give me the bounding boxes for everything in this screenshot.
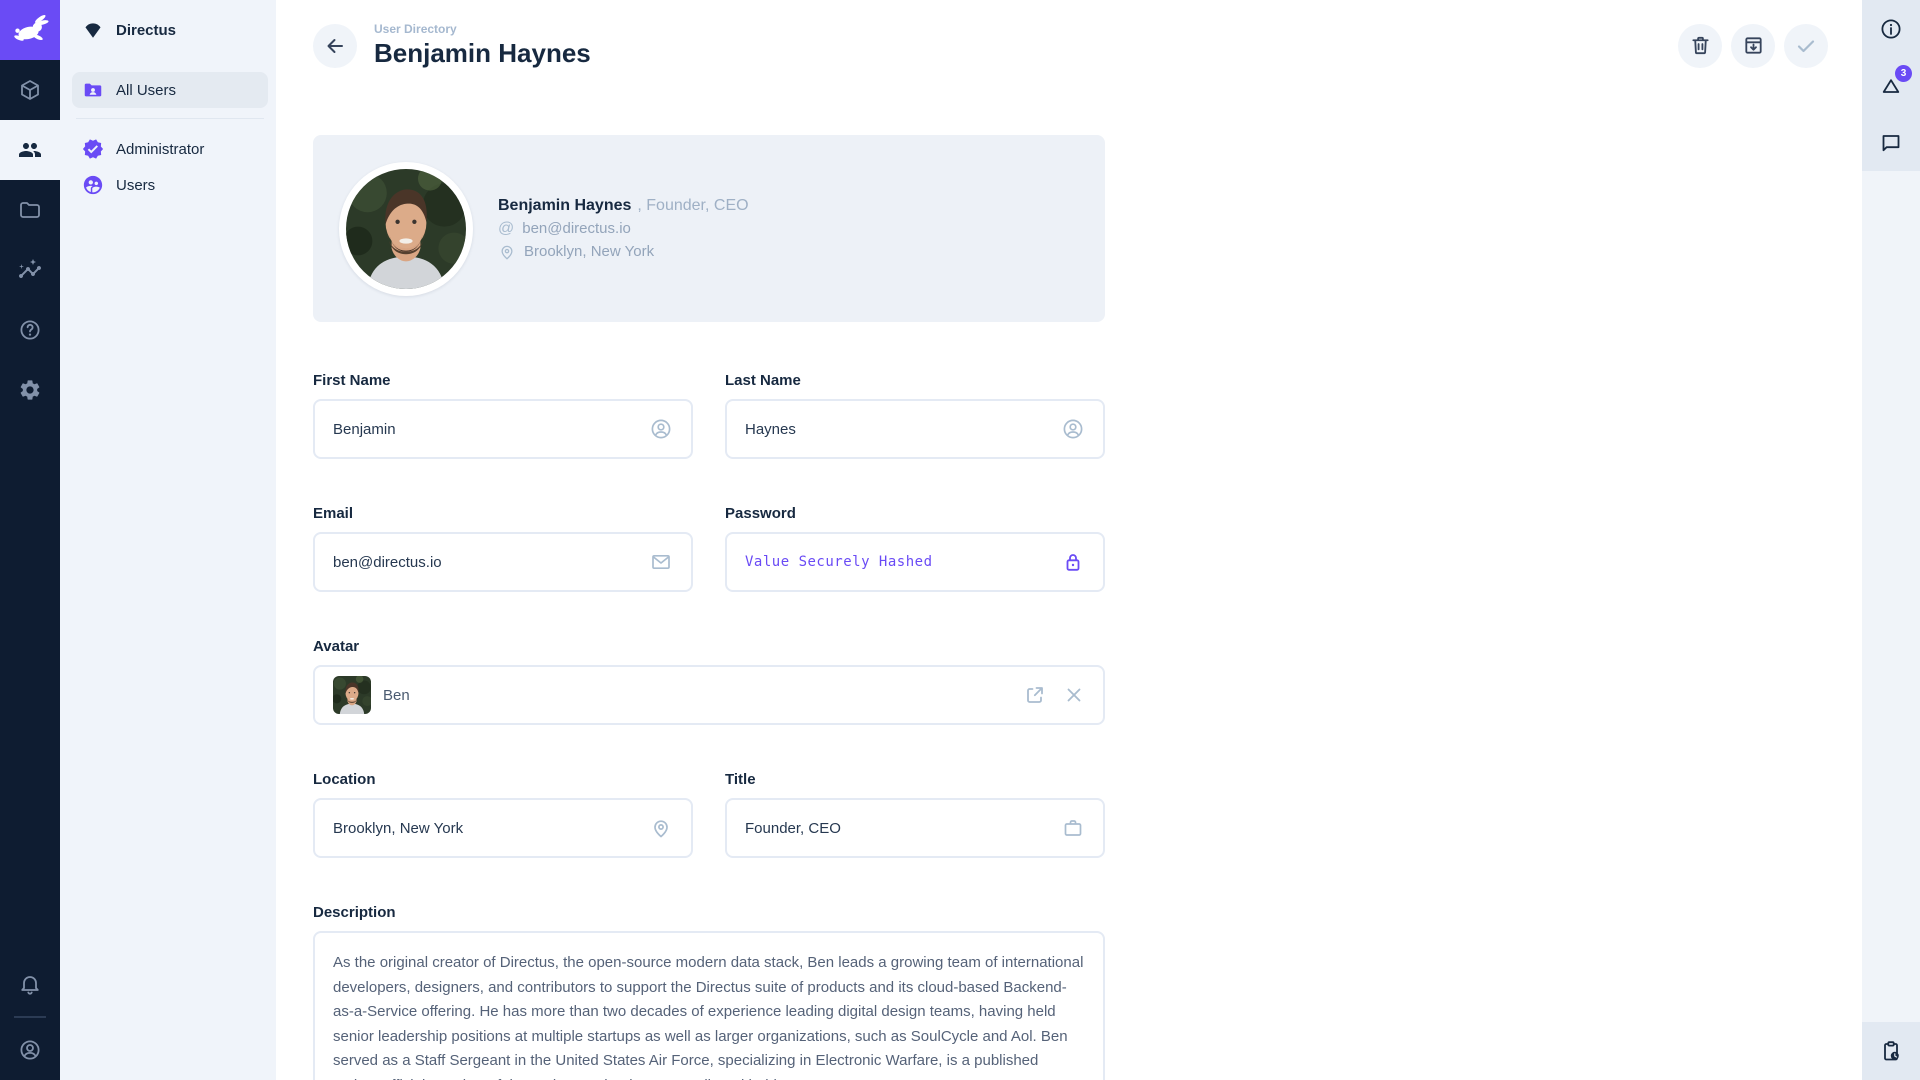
gem-icon: [82, 19, 104, 41]
sidebar-item-label: All Users: [116, 82, 176, 99]
location-input[interactable]: [333, 820, 637, 837]
nav-divider: [76, 118, 264, 119]
revisions-section-toggle[interactable]: 3: [1862, 57, 1920, 114]
field-label: Last Name: [725, 372, 1105, 389]
project-chooser[interactable]: Directus: [60, 0, 276, 60]
project-name: Directus: [116, 22, 176, 39]
card-user-role: , Founder, CEO: [637, 197, 748, 215]
module-bar: [0, 0, 60, 1080]
map-pin-icon: [498, 243, 516, 261]
clipboard-clock-icon: [1879, 1039, 1903, 1063]
user-circle-icon: [649, 417, 673, 441]
field-description: Description As the original creator of D…: [313, 904, 1105, 1080]
field-label: Email: [313, 505, 693, 522]
description-textarea[interactable]: As the original creator of Directus, the…: [333, 951, 1085, 1080]
last-name-input[interactable]: [745, 421, 1049, 438]
help-icon[interactable]: [0, 300, 60, 360]
activity-section-toggle[interactable]: [1862, 1022, 1920, 1080]
field-label: Title: [725, 771, 1105, 788]
sidebar-item-users[interactable]: Users: [72, 167, 268, 203]
field-title: Title: [725, 771, 1105, 858]
sidebar-item-all-users[interactable]: All Users: [72, 72, 268, 108]
save-button[interactable]: [1784, 24, 1828, 68]
user-faces-icon: [82, 174, 104, 196]
card-user-location: Brooklyn, New York: [524, 243, 654, 260]
settings-icon[interactable]: [0, 360, 60, 420]
sidebar-item-label: Users: [116, 177, 155, 194]
comment-icon: [1879, 131, 1903, 155]
at-glyph: @: [498, 220, 514, 238]
lock-icon: [1061, 550, 1085, 574]
field-label: Password: [725, 505, 1105, 522]
users-icon[interactable]: [0, 120, 60, 180]
breadcrumb[interactable]: User Directory: [374, 22, 591, 36]
delete-button[interactable]: [1678, 24, 1722, 68]
cube-icon[interactable]: [0, 60, 60, 120]
field-first-name: First Name: [313, 372, 693, 459]
field-label: First Name: [313, 372, 693, 389]
field-last-name: Last Name: [725, 372, 1105, 459]
module-bar-divider: [14, 1016, 46, 1018]
user-form: First Name Last Name Email: [313, 372, 1105, 1080]
field-label: Location: [313, 771, 693, 788]
avatar-photo: [346, 169, 466, 289]
card-user-email: ben@directus.io: [522, 220, 631, 237]
avatar: [339, 162, 473, 296]
field-avatar: Avatar Ben: [313, 638, 1105, 725]
comments-section-toggle[interactable]: [1862, 114, 1920, 171]
module-bar-spacer: [0, 420, 60, 954]
card-user-name: Benjamin Haynes: [498, 197, 631, 215]
header-actions: [1678, 24, 1828, 68]
email-input[interactable]: [333, 554, 637, 571]
field-location: Location: [313, 771, 693, 858]
revisions-badge: 3: [1895, 65, 1912, 82]
sidebar-item-administrator[interactable]: Administrator: [72, 131, 268, 167]
page-header: User Directory Benjamin Haynes: [276, 0, 1862, 69]
right-sidebar-spacer: [1862, 171, 1920, 1022]
field-password: Password: [725, 505, 1105, 592]
avatar-file-input[interactable]: Ben: [313, 665, 1105, 725]
right-sidebar: 3: [1862, 0, 1920, 1080]
avatar-thumbnail: [333, 676, 371, 714]
archive-button[interactable]: [1731, 24, 1775, 68]
main-area: User Directory Benjamin Haynes Benjamin …: [276, 0, 1862, 1080]
first-name-input[interactable]: [333, 421, 637, 438]
user-circle-icon[interactable]: [0, 1020, 60, 1080]
verified-badge-icon: [82, 138, 104, 160]
folder-icon[interactable]: [0, 180, 60, 240]
title-input[interactable]: [745, 820, 1049, 837]
page-title: Benjamin Haynes: [374, 38, 591, 69]
info-icon: [1879, 17, 1903, 41]
close-icon[interactable]: [1063, 684, 1085, 706]
map-pin-icon: [649, 816, 673, 840]
field-label: Description: [313, 904, 1105, 921]
envelope-icon: [649, 550, 673, 574]
insights-icon[interactable]: [0, 240, 60, 300]
field-label: Avatar: [313, 638, 1105, 655]
folder-user-icon: [82, 79, 104, 101]
item-detail-content: Benjamin Haynes , Founder, CEO @ ben@dir…: [276, 135, 1862, 1080]
nav-sidebar: Directus All Users Administrator Users: [60, 0, 276, 1080]
briefcase-icon: [1061, 816, 1085, 840]
external-link-icon[interactable]: [1023, 683, 1047, 707]
password-input[interactable]: [745, 554, 1049, 570]
sidebar-item-label: Administrator: [116, 141, 204, 158]
back-button[interactable]: [313, 24, 357, 68]
info-section-toggle[interactable]: [1862, 0, 1920, 57]
directus-rabbit-logo[interactable]: [0, 0, 60, 60]
field-email: Email: [313, 505, 693, 592]
user-card: Benjamin Haynes , Founder, CEO @ ben@dir…: [313, 135, 1105, 322]
avatar-file-name: Ben: [383, 687, 1011, 704]
bell-icon[interactable]: [0, 954, 60, 1014]
user-circle-icon: [1061, 417, 1085, 441]
